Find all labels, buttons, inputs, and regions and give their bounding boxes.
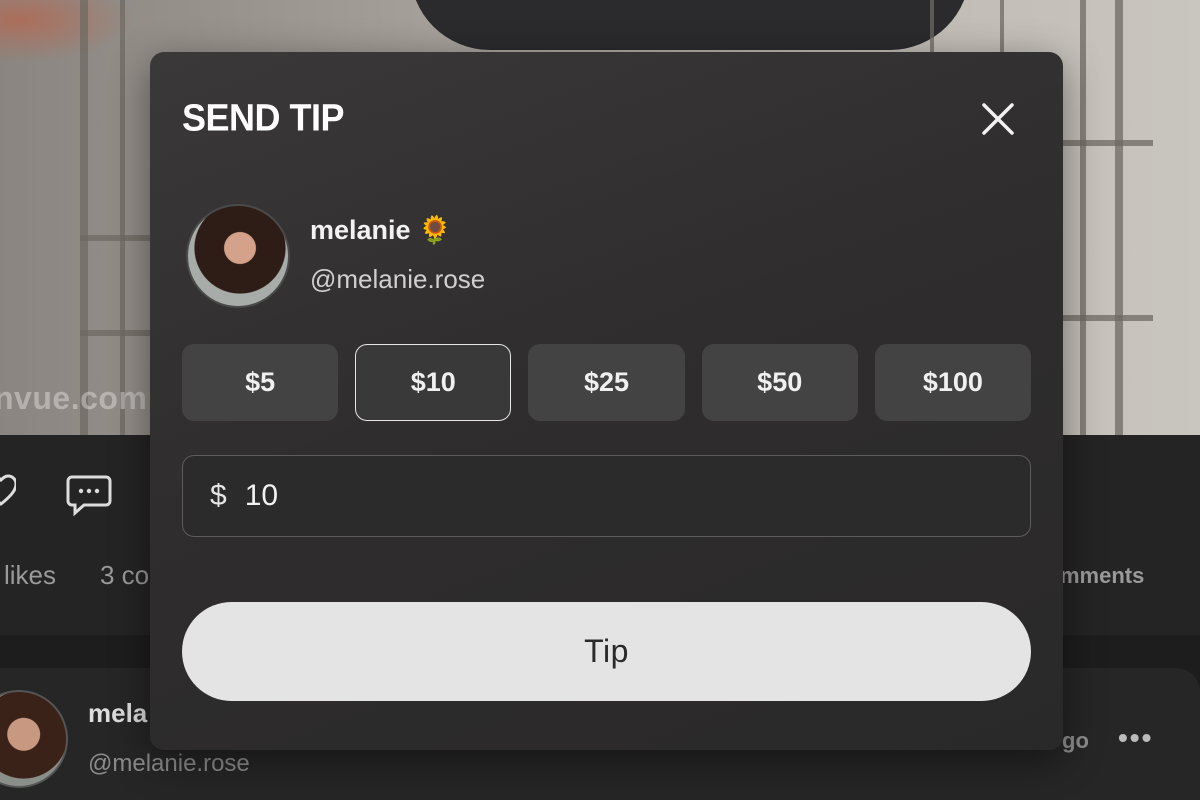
send-tip-modal: SEND TIP melanie 🌻 @melanie.rose $5 $10 … xyxy=(150,52,1063,750)
comments-link[interactable]: mments xyxy=(1060,563,1144,589)
amount-field[interactable]: $ xyxy=(182,455,1031,537)
currency-symbol: $ xyxy=(210,479,227,512)
amount-button-10[interactable]: $10 xyxy=(355,344,512,421)
heart-icon[interactable] xyxy=(0,474,16,508)
post-author-name[interactable]: mela xyxy=(88,698,150,729)
post-author-handle[interactable]: @melanie.rose xyxy=(88,750,250,778)
modal-title: SEND TIP xyxy=(182,95,345,139)
amount-button-5[interactable]: $5 xyxy=(182,344,339,421)
comment-icon[interactable] xyxy=(66,474,112,516)
watermark-text: nvue.com xyxy=(0,380,148,416)
preset-amounts: $5 $10 $25 $50 $100 xyxy=(182,344,1032,421)
comments-count[interactable]: 3 co xyxy=(100,560,150,591)
amount-button-50[interactable]: $50 xyxy=(701,344,858,421)
amount-input[interactable] xyxy=(244,479,945,513)
tip-button[interactable]: Tip xyxy=(182,602,1031,701)
amount-button-100[interactable]: $100 xyxy=(874,344,1032,421)
likes-count[interactable]: likes xyxy=(4,560,56,591)
photo-subject xyxy=(410,0,970,50)
app-root: nvue.com likes 3 co mments mela @melanie… xyxy=(0,0,1200,800)
more-options-icon[interactable]: ••• xyxy=(1118,722,1153,754)
creator-avatar xyxy=(186,204,290,308)
close-icon[interactable] xyxy=(978,99,1018,139)
creator-name: melanie 🌻 xyxy=(310,215,452,245)
post-timestamp: go xyxy=(1062,728,1089,753)
creator-handle: @melanie.rose xyxy=(310,264,486,294)
amount-button-25[interactable]: $25 xyxy=(528,344,685,421)
